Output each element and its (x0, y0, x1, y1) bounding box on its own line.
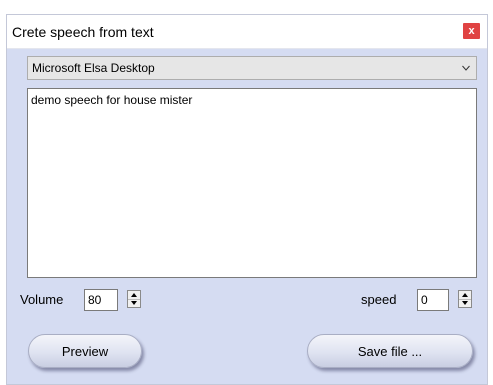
window-title: Crete speech from text (12, 24, 154, 40)
volume-stepper[interactable] (127, 290, 141, 308)
arrow-down-icon (131, 301, 137, 305)
dialog-window: Crete speech from text x Microsoft Elsa … (6, 14, 488, 385)
speed-down-arrow[interactable] (459, 299, 471, 307)
speed-stepper[interactable] (458, 290, 472, 308)
arrow-down-icon (462, 301, 468, 305)
chevron-down-icon (462, 65, 470, 71)
arrow-up-icon (131, 293, 137, 297)
speed-label: speed (361, 292, 397, 307)
speech-text-area[interactable]: demo speech for house mister (27, 88, 477, 278)
preview-button[interactable]: Preview (28, 334, 142, 368)
close-button[interactable]: x (463, 23, 480, 39)
volume-input[interactable]: 80 (84, 289, 118, 311)
voice-select-value: Microsoft Elsa Desktop (32, 61, 155, 75)
speed-input[interactable]: 0 (417, 289, 449, 311)
save-file-button[interactable]: Save file ... (307, 334, 473, 368)
volume-down-arrow[interactable] (128, 299, 140, 307)
title-bar: Crete speech from text x (7, 15, 487, 49)
arrow-up-icon (462, 293, 468, 297)
voice-select[interactable]: Microsoft Elsa Desktop (27, 56, 477, 80)
volume-label: Volume (20, 292, 64, 307)
